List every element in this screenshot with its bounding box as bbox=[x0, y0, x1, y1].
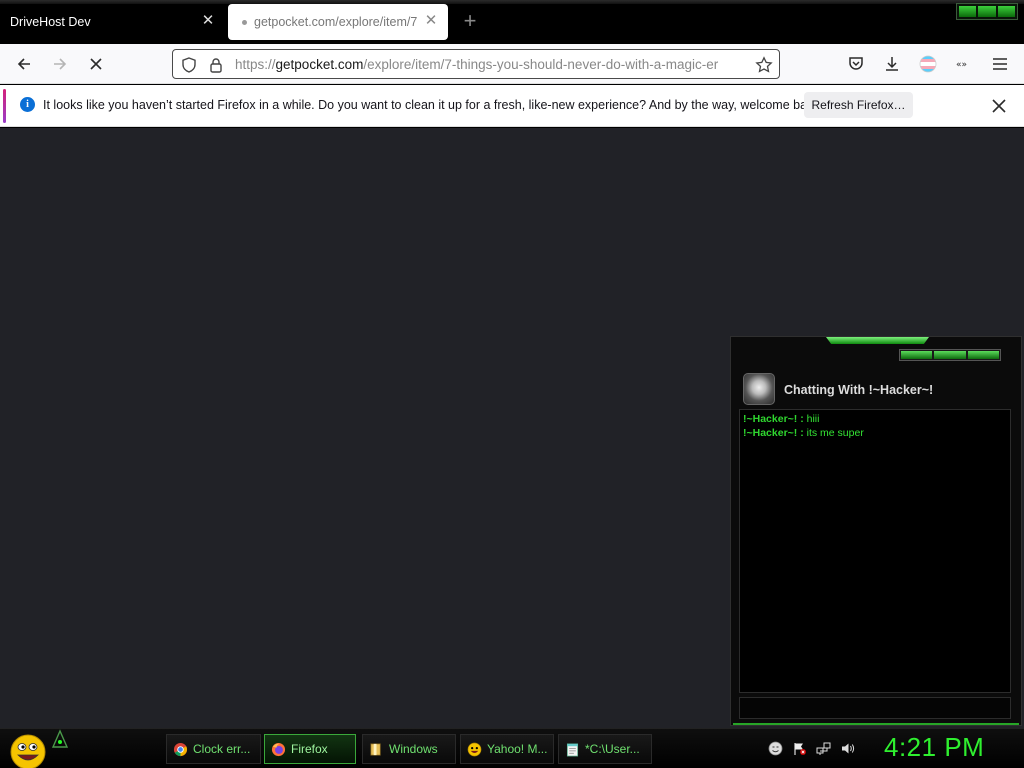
navigation-toolbar: https://getpocket.com/explore/item/7-thi… bbox=[0, 44, 1024, 84]
chat-window-controls[interactable] bbox=[899, 349, 1001, 361]
taskbar: Clock err... Firefox Windows Yahoo! M...… bbox=[0, 728, 1024, 768]
tab-strip: DriveHost Dev ✕ getpocket.com/explore/it… bbox=[0, 0, 1024, 44]
chat-message-input[interactable] bbox=[739, 697, 1011, 719]
close-window-button[interactable] bbox=[997, 6, 1015, 17]
taskbar-item-yahoo-messenger[interactable]: Yahoo! M... bbox=[460, 734, 554, 764]
folder-icon bbox=[370, 743, 381, 755]
firefox-icon bbox=[271, 742, 286, 756]
close-tab-icon[interactable]: ✕ bbox=[201, 13, 215, 28]
chat-message: !~Hacker~! : its me super bbox=[743, 426, 1007, 440]
account-button[interactable] bbox=[916, 52, 940, 76]
tab-label: DriveHost Dev bbox=[10, 15, 91, 29]
back-button[interactable] bbox=[12, 52, 36, 76]
messenger-tray-icon[interactable] bbox=[768, 741, 783, 756]
minimize-button[interactable] bbox=[959, 6, 977, 17]
address-bar[interactable]: https://getpocket.com/explore/item/7-thi… bbox=[172, 49, 780, 79]
stop-icon bbox=[90, 58, 102, 70]
notepad-icon bbox=[566, 743, 579, 756]
chat-title-glow bbox=[826, 337, 929, 344]
chrome-icon bbox=[173, 742, 188, 756]
svg-text:«»: «» bbox=[956, 60, 967, 70]
chat-close-button[interactable] bbox=[967, 351, 999, 359]
chat-title: Chatting With !~Hacker~! bbox=[784, 383, 934, 397]
stop-button[interactable] bbox=[84, 52, 108, 76]
action-center-flag-icon[interactable] bbox=[792, 741, 807, 756]
yahoo-messenger-icon bbox=[467, 742, 482, 756]
extension-icon: «» bbox=[956, 60, 967, 70]
tab-getpocket[interactable]: getpocket.com/explore/item/7 ✕ bbox=[228, 4, 448, 40]
info-icon: i bbox=[20, 97, 35, 112]
app-launcher-icon[interactable] bbox=[50, 729, 70, 751]
downloads-button[interactable] bbox=[880, 52, 904, 76]
download-icon bbox=[886, 57, 898, 71]
bookmark-star-icon[interactable] bbox=[755, 56, 773, 74]
taskbar-item-label: Firefox bbox=[291, 742, 328, 756]
taskbar-item-windows-explorer[interactable]: Windows bbox=[362, 734, 456, 764]
chat-minimize-button[interactable] bbox=[901, 351, 933, 359]
tab-label: getpocket.com/explore/item/7 bbox=[254, 15, 418, 29]
system-tray bbox=[768, 741, 855, 756]
close-tab-icon[interactable]: ✕ bbox=[424, 13, 438, 28]
url-text[interactable]: https://getpocket.com/explore/item/7-thi… bbox=[235, 57, 753, 72]
chat-message-log[interactable]: !~Hacker~! : hiii !~Hacker~! : its me su… bbox=[739, 409, 1011, 693]
lock-icon[interactable] bbox=[207, 56, 225, 74]
notification-bar: i It looks like you haven’t started Fire… bbox=[0, 85, 1024, 127]
volume-icon[interactable] bbox=[840, 741, 855, 756]
taskbar-item-label: *C:\User... bbox=[585, 742, 640, 756]
chat-window: Chatting With !~Hacker~! !~Hacker~! : hi… bbox=[730, 336, 1022, 726]
chat-message: !~Hacker~! : hiii bbox=[743, 412, 1007, 426]
chat-bottom-border bbox=[733, 723, 1019, 725]
network-icon[interactable] bbox=[816, 741, 831, 756]
new-tab-button[interactable]: + bbox=[459, 10, 481, 32]
pocket-icon bbox=[849, 57, 863, 70]
url-path: /explore/item/7-things-you-should-never-… bbox=[363, 57, 719, 72]
message-text: hiii bbox=[806, 413, 820, 425]
window-controls[interactable] bbox=[956, 3, 1018, 20]
loading-icon bbox=[242, 19, 247, 25]
notification-message: It looks like you haven’t started Firefo… bbox=[43, 98, 824, 112]
forward-button[interactable] bbox=[48, 52, 72, 76]
forward-arrow-icon bbox=[54, 58, 67, 70]
menu-button[interactable] bbox=[988, 52, 1012, 76]
maximize-button[interactable] bbox=[978, 6, 996, 17]
refresh-firefox-button[interactable]: Refresh Firefox… bbox=[804, 92, 913, 118]
message-sender: !~Hacker~! : bbox=[743, 427, 804, 439]
chat-maximize-button[interactable] bbox=[934, 351, 966, 359]
message-sender: !~Hacker~! : bbox=[743, 413, 804, 425]
taskbar-item-firefox[interactable]: Firefox bbox=[264, 734, 356, 764]
url-prefix: https:// bbox=[235, 57, 276, 72]
taskbar-item-notepad[interactable]: *C:\User... bbox=[558, 734, 652, 764]
back-arrow-icon bbox=[17, 58, 30, 70]
taskbar-item-label: Clock err... bbox=[193, 742, 251, 756]
notification-accent bbox=[3, 89, 6, 123]
pocket-button[interactable] bbox=[844, 52, 868, 76]
shield-icon[interactable] bbox=[180, 56, 198, 74]
start-button[interactable] bbox=[6, 730, 48, 768]
extension-button[interactable]: «» bbox=[952, 52, 976, 76]
taskbar-clock[interactable]: 4:21 PM bbox=[884, 732, 984, 763]
taskbar-item-chrome[interactable]: Clock err... bbox=[166, 734, 261, 764]
desktop: DriveHost Dev ✕ getpocket.com/explore/it… bbox=[0, 0, 1024, 768]
taskbar-item-label: Yahoo! M... bbox=[487, 742, 548, 756]
contact-avatar[interactable] bbox=[743, 373, 775, 405]
taskbar-item-label: Windows bbox=[389, 742, 438, 756]
close-notification-icon[interactable] bbox=[990, 97, 1008, 115]
url-host: getpocket.com bbox=[275, 57, 364, 72]
account-avatar-icon bbox=[919, 55, 937, 73]
hamburger-menu-icon bbox=[993, 58, 1007, 70]
message-text: its me super bbox=[806, 427, 864, 439]
tab-drivehost[interactable]: DriveHost Dev ✕ bbox=[0, 4, 225, 40]
